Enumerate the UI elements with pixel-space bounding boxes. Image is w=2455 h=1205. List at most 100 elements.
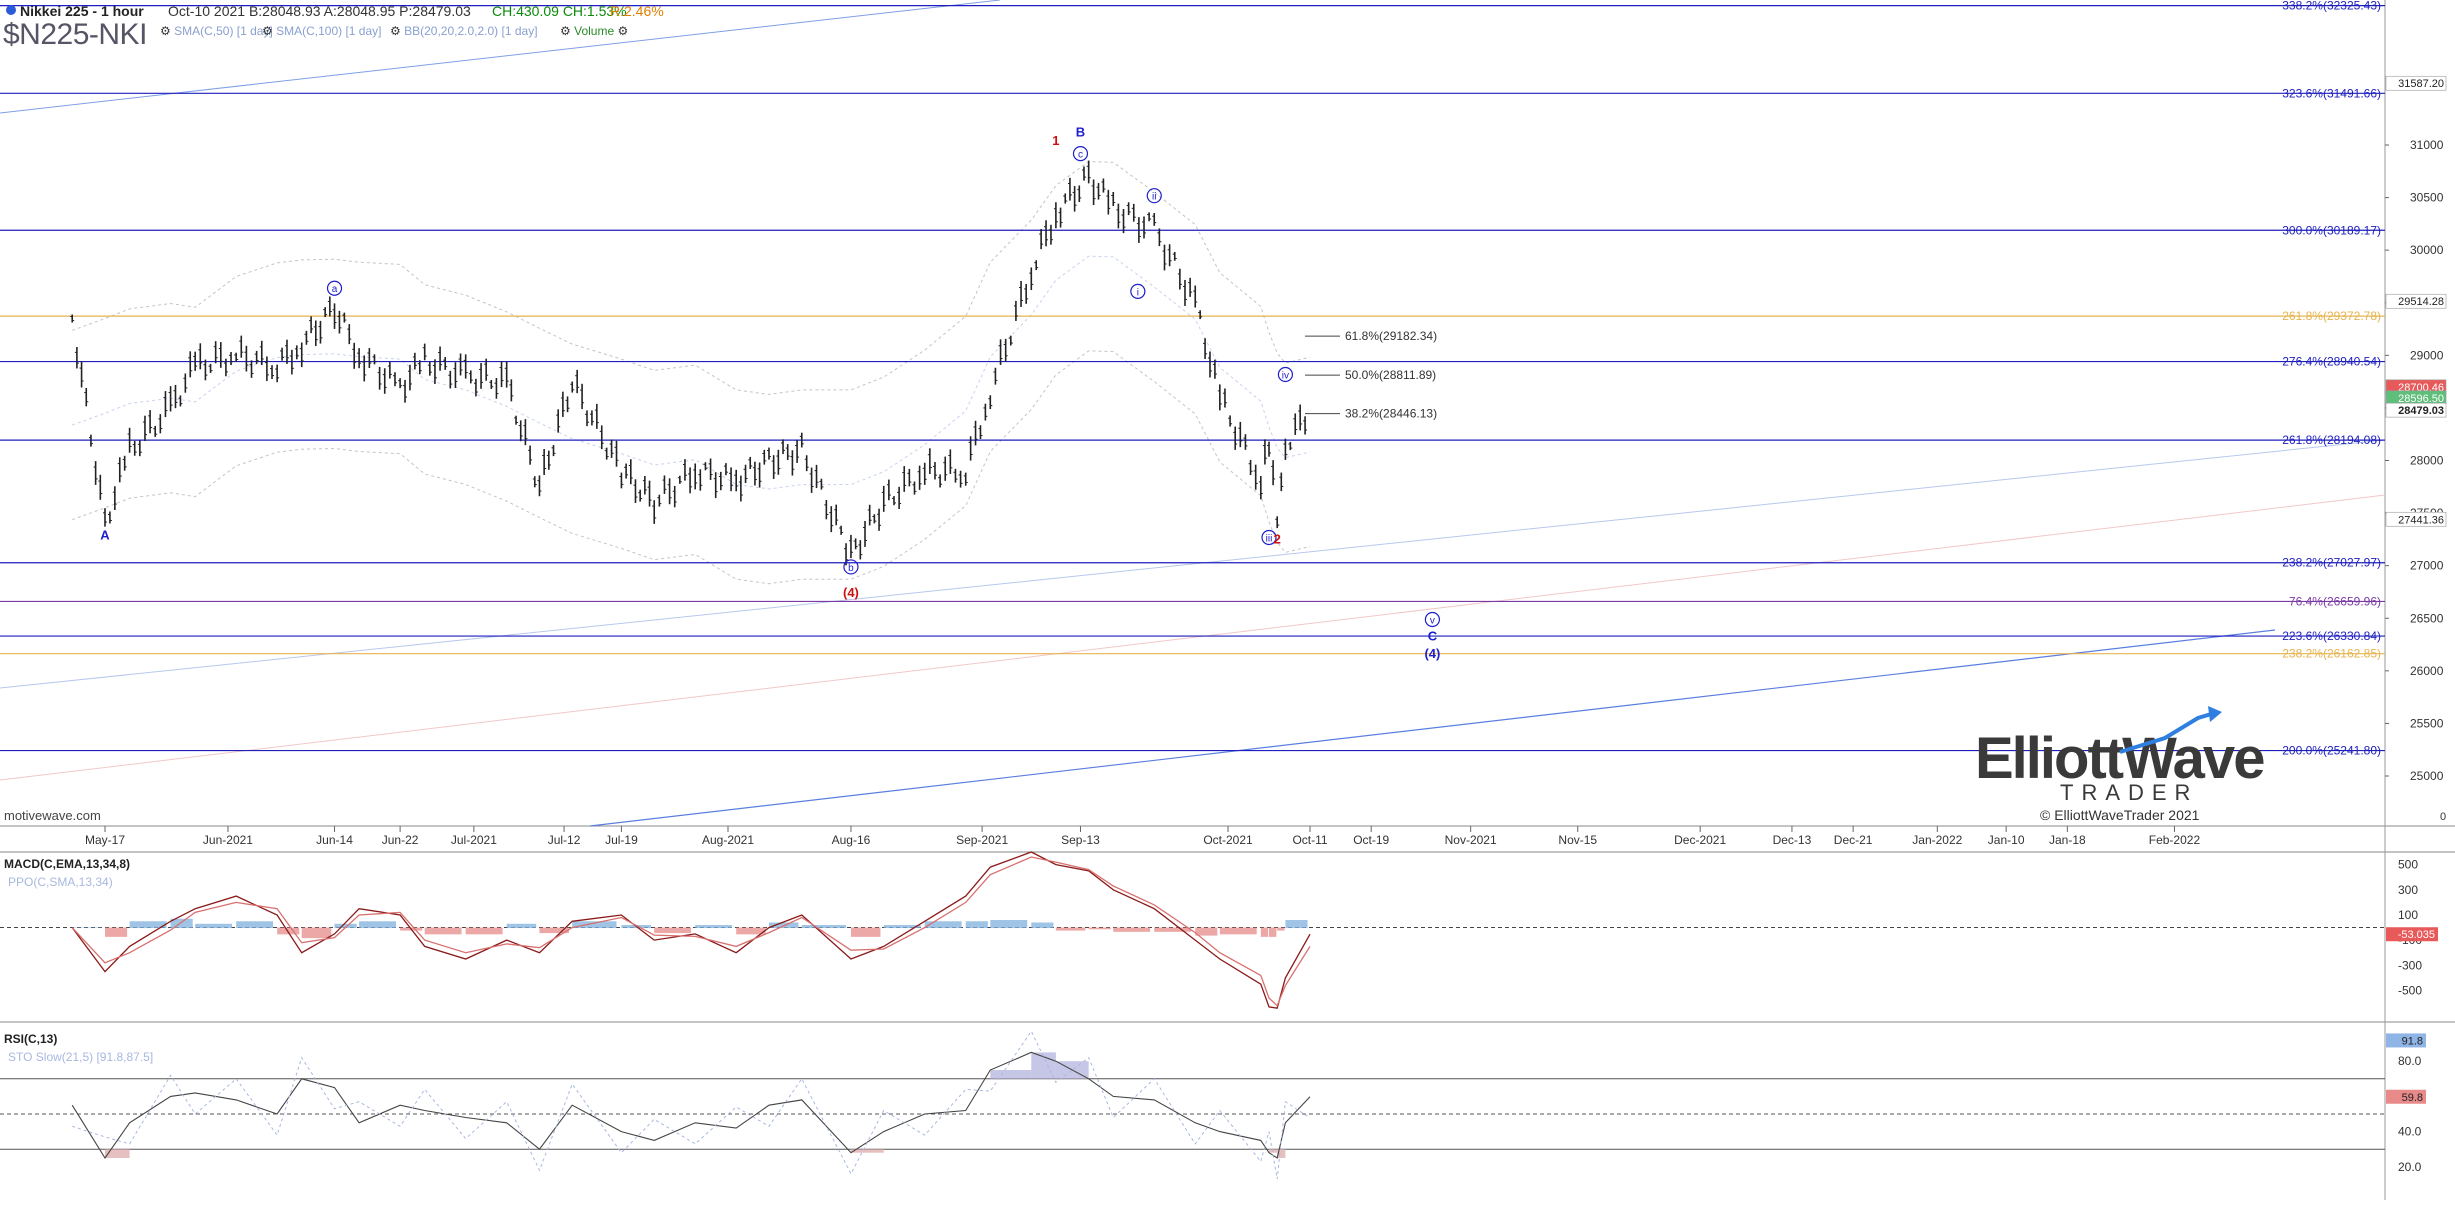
- macd-histogram-bar: [850, 927, 881, 937]
- wave-label: 2: [1274, 532, 1281, 547]
- x-tick-label: Jul-19: [605, 833, 638, 847]
- retracement-label: 38.2%(28446.13): [1345, 407, 1437, 421]
- macd-title: MACD(C,EMA,13,34,8): [4, 857, 130, 871]
- x-tick-label: Jan-2022: [1912, 833, 1962, 847]
- wave-label: c: [1078, 150, 1083, 161]
- gear-icon[interactable]: ⚙: [617, 24, 628, 38]
- gear-icon[interactable]: ⚙: [560, 24, 571, 38]
- x-tick-label: Jun-2021: [203, 833, 253, 847]
- fib-level-label: 223.6%(26330.84): [2282, 629, 2381, 643]
- macd-histogram-bar: [1154, 927, 1192, 932]
- indicator-bb[interactable]: ⚙ BB(20,20,2.0,2.0) [1 day]: [390, 24, 538, 38]
- x-tick-label: Dec-2021: [1674, 833, 1726, 847]
- x-tick-label: Dec-21: [1834, 833, 1873, 847]
- wave-label: C: [1428, 628, 1438, 643]
- change-readout: CH:430.09 CH:1.53%: [492, 3, 627, 19]
- indicator-label: SMA(C,50) [1 day]: [174, 24, 273, 38]
- macd-y-tick-label: -300: [2398, 958, 2422, 972]
- rsi-y-tick-label: 20.0: [2398, 1160, 2422, 1174]
- x-tick-label: Jul-2021: [451, 833, 497, 847]
- y-tick-label: 31000: [2410, 138, 2444, 152]
- gear-icon[interactable]: ⚙: [390, 24, 401, 38]
- macd-histogram-bar: [1055, 927, 1086, 931]
- y-tick-label: 30500: [2410, 191, 2444, 205]
- fib-level-label: 323.6%(31491.66): [2282, 86, 2381, 100]
- x-tick-label: Nov-2021: [1445, 833, 1497, 847]
- indicator-sma100[interactable]: ⚙ SMA(C,100) [1 day]: [262, 24, 381, 38]
- fib-level-label: 261.8%(28194.08): [2282, 433, 2381, 447]
- quote-readout: Oct-10 2021 B:28048.93 A:28048.95 P:2847…: [168, 3, 471, 19]
- fib-level-label: 76.4%(26659.96): [2289, 594, 2381, 608]
- source-label: motivewave.com: [4, 808, 101, 823]
- chart-canvas[interactable]: 338.2%(32325.43)323.6%(31491.66)300.0%(3…: [0, 0, 2455, 1200]
- x-tick-label: Jun-22: [382, 833, 419, 847]
- retracement-label: 61.8%(29182.34): [1345, 329, 1437, 343]
- macd-histogram-bar: [465, 927, 503, 935]
- macd-histogram-bar: [1195, 927, 1218, 936]
- wave-label: (4): [843, 585, 859, 600]
- x-tick-label: Jun-14: [316, 833, 353, 847]
- macd-histogram-bar: [236, 921, 274, 929]
- wave-label: iv: [1282, 370, 1289, 381]
- y-tick-label: 30000: [2410, 243, 2444, 257]
- y-tick-label: 0: [2440, 811, 2446, 823]
- macd-histogram-bar: [105, 927, 128, 937]
- macd-y-tick-label: 300: [2398, 883, 2418, 897]
- x-tick-label: Jul-12: [548, 833, 581, 847]
- chart-header: Nikkei 225 - 1 hour Oct-10 2021 B:28048.…: [0, 0, 2455, 51]
- retracement-label: 50.0%(28811.89): [1345, 368, 1436, 382]
- macd-histogram-bar: [1219, 927, 1257, 935]
- x-tick-label: Sep-13: [1061, 833, 1100, 847]
- indicator-sma50[interactable]: ⚙ SMA(C,50) [1 day]: [160, 24, 273, 38]
- macd-value-label: -53.035: [2398, 929, 2435, 941]
- chart-title: Nikkei 225 - 1 hour: [20, 3, 144, 19]
- price-tag-label: 28479.03: [2398, 405, 2444, 417]
- wave-label: B: [1076, 125, 1085, 140]
- indicator-label: BB(20,20,2.0,2.0) [1 day]: [404, 24, 538, 38]
- x-tick-label: Oct-19: [1353, 833, 1389, 847]
- macd-histogram-bar: [695, 925, 733, 929]
- macd-histogram-bar: [301, 927, 332, 939]
- wave-label: A: [100, 527, 110, 542]
- wave-label: i: [1137, 287, 1139, 298]
- macd-histogram-bar: [801, 925, 847, 929]
- rsi-title: RSI(C,13): [4, 1032, 57, 1046]
- macd-histogram-bar: [72, 927, 102, 929]
- price-tag-label: 29514.28: [2398, 296, 2444, 308]
- fib-level-label: 261.8%(29372.78): [2282, 309, 2381, 323]
- x-tick-label: Aug-2021: [702, 833, 754, 847]
- macd-histogram-bar: [359, 921, 397, 929]
- macd-histogram-bar: [424, 927, 462, 935]
- y-tick-label: 29000: [2410, 348, 2444, 362]
- x-tick-label: Sep-2021: [956, 833, 1008, 847]
- price-tag-label: 27441.36: [2398, 514, 2444, 526]
- x-tick-label: Oct-2021: [1203, 833, 1253, 847]
- background: [0, 0, 2455, 1200]
- y-tick-label: 26500: [2410, 611, 2444, 625]
- fib-level-label: 238.2%(26162.85): [2282, 647, 2381, 661]
- copyright-label: © ElliottWaveTrader 2021: [2040, 807, 2200, 823]
- x-tick-label: Dec-13: [1773, 833, 1812, 847]
- indicator-volume[interactable]: ⚙ Volume ⚙: [560, 24, 628, 38]
- macd-histogram-bar: [195, 923, 233, 929]
- fib-level-label: 200.0%(25241.80): [2282, 744, 2381, 758]
- x-tick-label: Jan-10: [1988, 833, 2025, 847]
- macd-histogram-bar: [1277, 927, 1285, 931]
- indicator-label: SMA(C,100) [1 day]: [276, 24, 382, 38]
- logo-subword: TRADER: [2060, 780, 2198, 805]
- macd-histogram-bar: [990, 920, 1028, 929]
- x-tick-label: Nov-15: [1558, 833, 1597, 847]
- macd-histogram-bar: [654, 927, 692, 934]
- x-tick-label: Feb-2022: [2149, 833, 2201, 847]
- gear-icon[interactable]: ⚙: [262, 24, 273, 38]
- rsi-value-label: 59.8: [2402, 1092, 2423, 1104]
- y-tick-label: 28000: [2410, 454, 2444, 468]
- y-tick-label: 25000: [2410, 769, 2444, 783]
- range-readout: R:2.46%: [610, 3, 664, 19]
- macd-histogram-bar: [1285, 920, 1308, 929]
- wave-label: (4): [1424, 646, 1440, 661]
- macd-histogram-bar: [1113, 927, 1151, 932]
- symbol-label: $N225-NKI: [3, 18, 147, 51]
- gear-icon[interactable]: ⚙: [160, 24, 171, 38]
- indicator-label: Volume: [574, 24, 615, 38]
